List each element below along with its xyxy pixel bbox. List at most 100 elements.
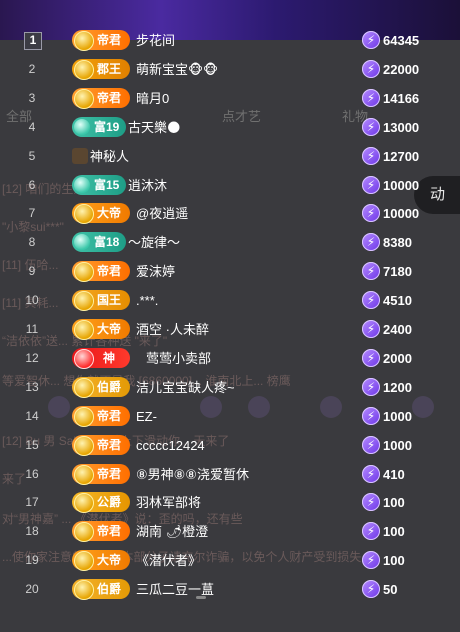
rank-number: 3 — [28, 90, 36, 105]
rank-row[interactable]: 5 神秘人 ⚡ 12700 — [0, 142, 460, 172]
user-name[interactable]: @夜逍遥 — [136, 199, 188, 229]
crown-gem-icon — [74, 88, 94, 109]
wealth-level-badge: 富19 — [72, 116, 127, 137]
user-name[interactable]: 莺莺小卖部 — [146, 344, 211, 374]
user-name[interactable]: 暗月0 — [136, 84, 169, 114]
contribution-score: 12700 — [383, 148, 420, 164]
lightning-coin-icon: ⚡ — [362, 464, 380, 483]
rank-number: 11 — [25, 322, 39, 336]
contribution-score: 100 — [383, 553, 405, 569]
badge-label: 帝君 — [96, 33, 121, 47]
rank-row[interactable]: 1 帝君 步花间 ⚡ 64345 — [0, 26, 460, 56]
rank-number: 13 — [25, 379, 39, 394]
rank-row[interactable]: 17 公爵 羽林军部将 ⚡ 100 — [0, 488, 460, 518]
badge-label: 伯爵 — [96, 582, 121, 597]
rank-row[interactable]: 11 大帝 酒空 ·人未醉 ⚡ 2400 — [0, 315, 460, 345]
user-name[interactable]: 步花间 — [136, 26, 175, 56]
wealth-level-badge: 富18 — [72, 232, 127, 253]
badge-label: 神 — [102, 350, 115, 365]
crown-gem-icon — [74, 31, 94, 51]
contribution-score: 1000 — [383, 408, 412, 424]
user-name[interactable]: 羽林军部将 — [136, 488, 201, 518]
rank-row[interactable]: 15 帝君 ccccc12424 ⚡ 1000 — [0, 431, 460, 461]
user-name[interactable]: ～旋律～ — [128, 228, 180, 258]
noble-title-badge: 公爵 — [72, 492, 130, 514]
rank-row[interactable]: 3 帝君 暗月0 ⚡ 14166 — [0, 84, 460, 114]
lightning-coin-icon: ⚡ — [362, 117, 380, 136]
user-name[interactable]: 三瓜二豆一蒀 — [136, 575, 214, 605]
contribution-score: 1200 — [383, 379, 412, 395]
user-name[interactable]: 洁儿宝宝缺人疼~ — [136, 373, 235, 403]
badge-label: 帝君 — [96, 466, 121, 481]
noble-title-badge: 大帝 — [72, 550, 130, 572]
user-name[interactable]: 《潜伏者》 — [136, 546, 201, 576]
user-name[interactable]: 神秘人 — [90, 142, 129, 172]
lightning-glyph: ⚡ — [366, 379, 376, 394]
user-name[interactable]: EZ- — [136, 402, 157, 432]
crown-gem-icon — [74, 406, 94, 427]
rank-number: 2 — [28, 61, 36, 76]
badge-label: 帝君 — [96, 437, 121, 452]
rank-row[interactable]: 12 神 莺莺小卖部 ⚡ 2000 — [0, 344, 460, 374]
badge-label: 帝君 — [96, 264, 121, 279]
rank-row[interactable]: 19 大帝 《潜伏者》 ⚡ 100 — [0, 546, 460, 576]
noble-title-badge: 大帝 — [72, 203, 130, 225]
lightning-coin-icon: ⚡ — [362, 31, 380, 49]
contribution-score: 64345 — [383, 33, 420, 48]
contribution-score: 22000 — [383, 61, 420, 77]
rank-row[interactable]: 7 大帝 @夜逍遥 ⚡ 10000 — [0, 199, 460, 229]
lightning-glyph: ⚡ — [366, 350, 376, 365]
rank-number: 18 — [25, 524, 39, 539]
lightning-glyph: ⚡ — [366, 437, 376, 452]
crown-gem-icon — [74, 320, 94, 340]
crown-gem-icon — [74, 551, 94, 572]
lightning-glyph: ⚡ — [366, 264, 376, 279]
badge-label: 富19 — [94, 119, 120, 134]
noble-title-badge: 帝君 — [72, 405, 130, 427]
rank-row[interactable]: 4 富19 古天樂🌑 ⚡ 13000 — [0, 113, 460, 143]
rank-number: 7 — [28, 206, 36, 221]
gem-icon — [74, 118, 90, 135]
gem-icon — [74, 176, 90, 193]
user-name[interactable]: .***. — [136, 286, 158, 316]
rank-row[interactable]: 8 富18 ～旋律～ ⚡ 8380 — [0, 228, 460, 258]
lightning-glyph: ⚡ — [366, 119, 376, 134]
rank-number: 20 — [25, 582, 39, 597]
contribution-score: 100 — [383, 524, 405, 540]
user-name[interactable]: 爱沫婷 — [136, 257, 175, 287]
noble-title-badge: 郡王 — [72, 58, 130, 80]
rank-row[interactable]: 13 伯爵 洁儿宝宝缺人疼~ ⚡ 1200 — [0, 373, 460, 403]
lightning-glyph: ⚡ — [366, 553, 376, 568]
rank-number: 17 — [25, 495, 39, 510]
lightning-glyph: ⚡ — [366, 466, 376, 481]
rank-number: 1 — [24, 32, 42, 50]
user-name[interactable]: ⑧男神⑧⑧浇爱暂休 — [136, 460, 249, 490]
rank-row[interactable]: 2 郡王 萌新宝宝🐵🐵 ⚡ 22000 — [0, 55, 460, 85]
noble-title-badge: 大帝 — [72, 319, 130, 340]
noble-title-badge: 帝君 — [72, 261, 130, 283]
rank-row[interactable]: 18 帝君 湖南 🌶橙澄 ⚡ 100 — [0, 517, 460, 547]
rank-number: 8 — [28, 235, 36, 250]
user-name[interactable]: 酒空 ·人未醉 — [136, 315, 209, 345]
contribution-score: 50 — [383, 582, 398, 598]
rank-row[interactable]: 6 富15 逍沐沐 ⚡ 10000 — [0, 171, 460, 201]
badge-label: 伯爵 — [96, 379, 121, 394]
rank-number: 5 — [28, 148, 36, 163]
crown-gem-icon — [74, 262, 94, 283]
rank-row[interactable]: 20 伯爵 三瓜二豆一蒀 ⚡ 50 — [0, 575, 460, 605]
crown-gem-icon — [74, 59, 94, 80]
user-name[interactable]: 逍沐沐 — [128, 171, 167, 201]
crown-gem-icon — [74, 204, 94, 225]
rank-row[interactable]: 16 帝君 ⑧男神⑧⑧浇爱暂休 ⚡ 410 — [0, 460, 460, 490]
crown-gem-icon — [74, 291, 94, 312]
gem-icon — [74, 234, 90, 251]
rank-number: 10 — [25, 293, 39, 308]
user-name[interactable]: ccccc12424 — [136, 431, 205, 461]
lightning-coin-icon: ⚡ — [362, 435, 380, 454]
user-name[interactable]: 古天樂🌑 — [128, 113, 181, 143]
user-name[interactable]: 萌新宝宝🐵🐵 — [136, 55, 218, 85]
rank-row[interactable]: 9 帝君 爱沫婷 ⚡ 7180 — [0, 257, 460, 287]
user-name[interactable]: 湖南 🌶橙澄 — [136, 517, 208, 547]
rank-row[interactable]: 14 帝君 EZ- ⚡ 1000 — [0, 402, 460, 432]
rank-row[interactable]: 10 国王 .***. ⚡ 4510 — [0, 286, 460, 316]
